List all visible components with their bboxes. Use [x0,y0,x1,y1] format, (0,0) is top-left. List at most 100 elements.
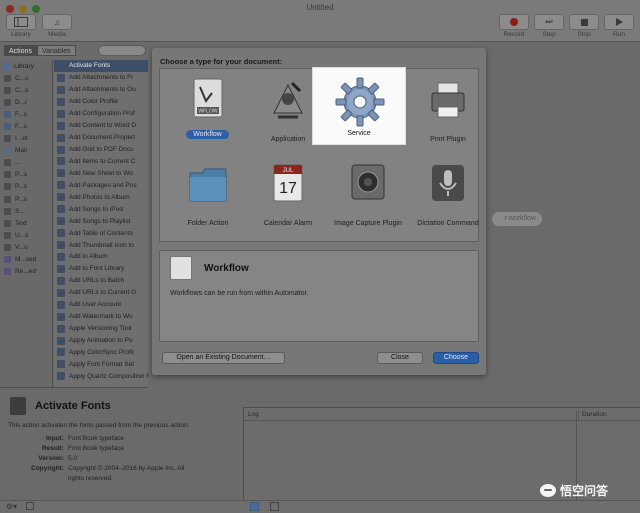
action-list: Activate Fonts Add Attachments to Fr Add A… [54,60,148,387]
tab-variables[interactable]: Variables [36,45,76,56]
action-item[interactable]: Add Table of Contents [54,227,148,239]
category-item[interactable]: U...s [0,229,52,241]
type-description-title: Workflow [204,263,249,274]
action-item[interactable]: Add to Font Library [54,263,148,275]
tab-actions[interactable]: Actions [4,45,37,56]
action-item[interactable]: Add User Account [54,299,148,311]
library-pane: Actions Variables Library C...s C...s D...r… [0,42,148,387]
category-item[interactable]: V...o [0,241,52,253]
type-workflow[interactable]: WFLOW Workflow [168,71,248,151]
info-field: Version: 5.0 [0,455,244,465]
category-item[interactable]: F...s [0,120,52,132]
stop-button[interactable] [569,14,599,30]
action-item[interactable]: Add URLs to Current G [54,287,148,299]
info-field-value: 5.0 [68,455,78,462]
category-label: F...s [15,123,27,131]
action-item[interactable]: Apply ColorSync Profil [54,347,148,359]
step-label: Step [542,31,556,38]
calendar-day: 17 [279,180,297,197]
action-item[interactable]: Add Configuration Prof [54,108,148,120]
gear-icon[interactable]: ⚙▾ [6,502,17,511]
action-icon [57,61,65,70]
action-label: Add Color Profile [69,98,119,106]
category-item[interactable]: ... [0,157,52,169]
action-item[interactable]: Apple Versioning Tool [54,323,148,335]
action-label: Add Thumbnail Icon to [69,241,134,249]
action-label: Add Table of Contents [69,229,133,237]
category-item[interactable]: Mail [0,145,52,157]
grid-view-icon[interactable] [270,502,279,511]
type-calendar-alarm[interactable]: JUL 17 Calendar Alarm [248,155,328,235]
category-item[interactable]: P...s [0,169,52,181]
info-field-key [0,475,68,484]
run-button[interactable] [604,14,634,30]
library-button[interactable] [6,14,36,30]
action-item[interactable]: Add Packages and Pos [54,179,148,191]
action-icon [57,217,65,226]
category-icon [4,268,11,276]
action-item[interactable]: Add Attachments to Ou [54,84,148,96]
action-item[interactable]: Add Watermark to Wo [54,311,148,323]
type-dictation-command[interactable]: Dictation Command [408,155,488,235]
category-item[interactable]: M...sed [0,254,52,266]
action-item[interactable]: Add Thumbnail Icon to [54,239,148,251]
type-image-capture[interactable]: Image Capture Plugin [328,155,408,235]
action-item[interactable]: Add Items to Current C [54,156,148,168]
info-description: This action activates the fonts passed f… [8,422,190,429]
search-field[interactable] [98,45,146,56]
action-item[interactable]: Add New Sheet to Wo [54,167,148,179]
category-label: Re...ed [15,268,36,276]
type-service[interactable]: Service [312,67,406,145]
library-root[interactable]: Library [0,60,52,72]
type-folder-action[interactable]: Folder Action [168,155,248,235]
action-item[interactable]: Add to Album [54,251,148,263]
category-item[interactable]: Text [0,217,52,229]
action-item[interactable]: Add Songs to iPod [54,203,148,215]
category-item[interactable]: D...r [0,96,52,108]
category-item[interactable]: Re...ed [0,266,52,278]
type-label-folder-action: Folder Action [187,220,229,227]
category-item[interactable]: C...s [0,72,52,84]
category-icon [4,147,11,155]
action-item[interactable]: Add Attachments to Fr [54,72,148,84]
open-existing-document-button[interactable]: Open an Existing Document… [162,352,285,364]
action-icon [57,205,65,214]
action-item[interactable]: Add Document Propert [54,132,148,144]
step-button[interactable]: ⏭ [534,14,564,30]
category-label: D...r [15,98,28,106]
watermark-text: 悟空问答 [560,484,609,498]
media-button[interactable]: ♫ [42,14,72,30]
category-item[interactable]: S... [0,205,52,217]
record-icon [510,18,518,26]
type-print-plugin[interactable]: Print Plugin [408,71,488,151]
window-title: Untitled [306,3,334,12]
action-item[interactable]: Add Content to Word D [54,120,148,132]
action-item[interactable]: Add Color Profile [54,96,148,108]
category-item[interactable]: P...s [0,181,52,193]
action-icon [57,372,65,381]
list-view-icon[interactable] [250,502,259,511]
action-item[interactable]: Add URLs to Batch [54,275,148,287]
info-field: Copyright: Copyright © 2004–2016 by Apple… [0,465,244,475]
action-label: Add Document Propert [69,134,136,142]
panel-toggle-icon[interactable] [26,502,34,510]
action-item[interactable]: Apply Font Format Set [54,358,148,370]
workflow-badge: WFLOW [198,109,217,115]
info-field: Result: Font Book typeface [0,445,244,455]
choose-button[interactable]: Choose [433,352,479,364]
stop-icon [580,18,588,26]
action-item[interactable]: Add Songs to Playlist [54,215,148,227]
action-item[interactable]: Apply Animation to Po [54,335,148,347]
action-item[interactable]: Add Photos to Album [54,191,148,203]
action-item[interactable]: Activate Fonts [54,60,148,72]
category-item[interactable]: F...s [0,108,52,120]
category-item[interactable]: P...s [0,193,52,205]
category-item[interactable]: I...et [0,133,52,145]
record-button[interactable] [499,14,529,30]
category-item[interactable]: C...s [0,84,52,96]
action-item[interactable]: Add Grid to PDF Docu [54,144,148,156]
type-label-dictation-command: Dictation Command [417,220,479,227]
action-item[interactable]: Apply Quartz Composition Filter to Image… [54,370,148,382]
action-label: Add Attachments to Fr [69,74,134,82]
close-button[interactable]: Close [377,352,423,364]
